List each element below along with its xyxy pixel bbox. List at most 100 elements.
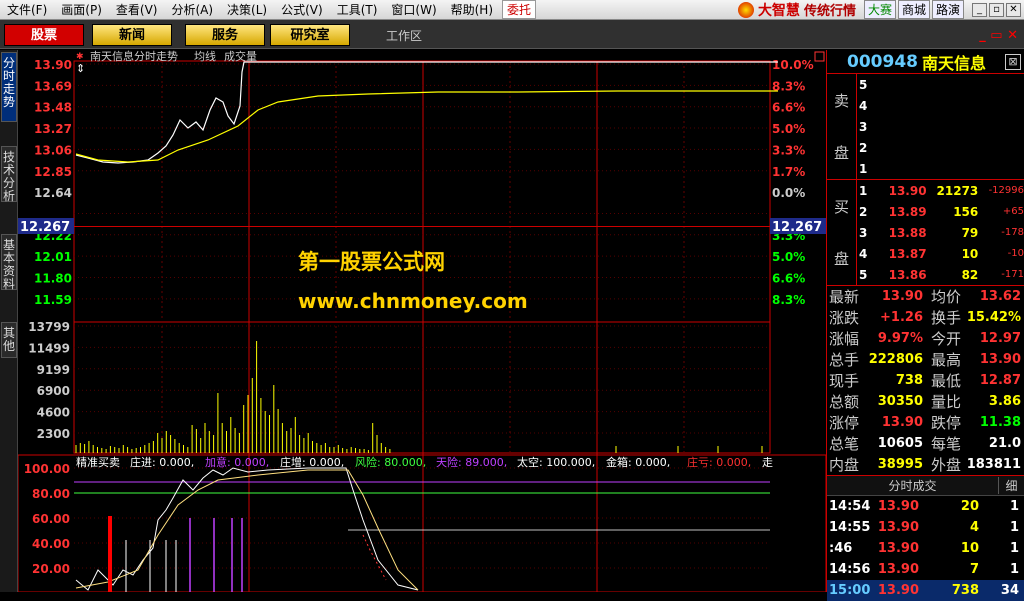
sell-row[interactable]: 3 xyxy=(857,116,1024,137)
menu-decision[interactable]: 决策(L) xyxy=(220,1,274,18)
tick-row[interactable]: 15:00 13.90 738 34 xyxy=(827,580,1024,601)
price-tick-label: 13.48 xyxy=(34,101,72,115)
minimize-icon[interactable]: _ xyxy=(972,2,987,17)
stat-value: 11.38 xyxy=(979,415,1021,430)
tick-n: 1 xyxy=(1009,520,1019,535)
tab-intraday[interactable]: 分时走势 xyxy=(1,52,17,122)
price-tick-label: 12.85 xyxy=(34,165,72,179)
stat-value: 13.90 xyxy=(881,415,923,430)
stat-value: 10605 xyxy=(877,436,923,451)
stat-value: 222806 xyxy=(868,352,923,367)
stat-label: 现手 xyxy=(829,372,860,390)
buy-level: 4 xyxy=(859,246,868,261)
panel-toggle-icon[interactable]: ⊠ xyxy=(1005,53,1021,70)
sell-row[interactable]: 4 xyxy=(857,95,1024,116)
menu-view-screen[interactable]: 画面(P) xyxy=(54,1,109,18)
ticks-header: 分时成交 细 xyxy=(827,476,1024,496)
stat-label: 换手 xyxy=(931,309,962,327)
chart-menu-icon[interactable] xyxy=(814,51,825,62)
mall-button[interactable]: 商城 xyxy=(897,0,930,19)
buy-volume: 10 xyxy=(961,246,979,261)
sell-level: 4 xyxy=(859,98,868,113)
sell-level: 2 xyxy=(859,140,868,155)
tab-technical[interactable]: 技术分析 xyxy=(1,146,17,203)
stat-value: 38995 xyxy=(877,457,923,472)
service-button[interactable]: 服务 xyxy=(185,24,265,46)
intraday-chart[interactable]: ✱ ⇕ 南天信息分时走势 均线 成交量 13.90 13.69 13.48 13.27… xyxy=(17,49,827,593)
chart-volume-label: 成交量 xyxy=(224,50,257,63)
price-tick-label: 11.59 xyxy=(34,293,72,307)
volume-tick-label: 4600 xyxy=(37,406,70,420)
tab-ticks[interactable]: 分时成交 xyxy=(827,477,998,494)
indicator-line-white xyxy=(75,467,419,591)
sell-level: 1 xyxy=(859,161,868,176)
tab-ticks-detail[interactable]: 细 xyxy=(998,477,1024,494)
buy-row[interactable]: 4 13.87 10 -10 xyxy=(857,243,1024,264)
buy-row[interactable]: 5 13.86 82 -171 xyxy=(857,264,1024,285)
tick-n: 34 xyxy=(1000,583,1019,598)
pct-tick-label: 8.3% xyxy=(772,293,805,307)
tick-p: 13.90 xyxy=(877,562,919,577)
indicator-name: 精准买卖 xyxy=(76,456,120,469)
chart-up-arrow-icon[interactable]: ⇕ xyxy=(76,62,85,75)
buy-change: -171 xyxy=(1001,269,1024,280)
stock-name[interactable]: 南天信息 xyxy=(922,50,986,74)
indicator-item: 庄进: 0.000, xyxy=(130,455,194,469)
stock-button[interactable]: 股票 xyxy=(4,24,84,46)
buy-row[interactable]: 1 13.90 21273 -12996 xyxy=(857,180,1024,201)
tick-row[interactable]: :46 13.90 10 1 xyxy=(827,538,1024,559)
brand-logo: 大智慧 传统行情 xyxy=(737,0,856,20)
menu-file[interactable]: 文件(F) xyxy=(0,1,54,18)
sell-row[interactable]: 5 xyxy=(857,74,1024,95)
contest-button[interactable]: 大赛 xyxy=(863,0,896,19)
menu-analysis[interactable]: 分析(A) xyxy=(164,1,220,18)
brand-name: 大智慧 xyxy=(757,2,800,19)
stat-row: 内盘 38995 外盘 183811 xyxy=(827,454,1024,475)
tick-row[interactable]: 14:56 13.90 7 1 xyxy=(827,559,1024,580)
buy-level: 1 xyxy=(859,183,868,198)
stat-row: 涨停 13.90 跌停 11.38 xyxy=(827,412,1024,433)
indicator-item: 太空: 100.000, xyxy=(517,455,595,469)
roadshow-button[interactable]: 路演 xyxy=(931,0,964,19)
delegate-button[interactable]: 委托 xyxy=(502,0,537,19)
sell-row[interactable]: 2 xyxy=(857,137,1024,158)
pct-tick-label: 1.7% xyxy=(772,165,805,179)
buy-row[interactable]: 3 13.88 79 -178 xyxy=(857,222,1024,243)
menu-help[interactable]: 帮助(H) xyxy=(444,1,500,18)
news-button[interactable]: 新闻 xyxy=(92,24,172,46)
buy-row[interactable]: 2 13.89 156 +65 xyxy=(857,201,1024,222)
brand-icon xyxy=(737,1,754,18)
indicator-tick-label: 100.00 xyxy=(24,462,70,476)
close-icon[interactable]: ✕ xyxy=(1006,2,1021,17)
stock-code[interactable]: 000948 xyxy=(847,52,918,72)
indicator-item: 庄增: 0.000, xyxy=(280,455,344,469)
sell-row[interactable]: 1 xyxy=(857,158,1024,179)
tick-row[interactable]: 14:54 13.90 20 1 xyxy=(827,496,1024,517)
tab-other[interactable]: 其他 xyxy=(1,322,17,358)
window-controls-icon[interactable]: _ ▭ ✕ xyxy=(979,28,1018,43)
buy-level: 5 xyxy=(859,267,868,282)
price-tick-label: 13.06 xyxy=(34,143,72,157)
menu-window[interactable]: 窗口(W) xyxy=(384,1,443,18)
research-button[interactable]: 研究室 xyxy=(270,24,350,46)
menu-view[interactable]: 查看(V) xyxy=(109,1,165,18)
volume-tick-label: 9199 xyxy=(37,363,70,377)
indicator-item: 加意: 0.000, xyxy=(205,455,269,469)
indicator-dash-red xyxy=(362,534,387,581)
buy-level: 3 xyxy=(859,225,868,240)
stat-value: 13.90 xyxy=(881,289,923,304)
indicator-item: 风险: 80.000, xyxy=(355,455,426,469)
menu-tools[interactable]: 工具(T) xyxy=(330,1,385,18)
stat-value: 9.97% xyxy=(877,331,923,346)
stat-label: 涨跌 xyxy=(829,309,860,327)
chart-title: 南天信息分时走势 xyxy=(90,50,178,63)
restore-icon[interactable]: ▫ xyxy=(989,2,1004,17)
chart-collapse-icon[interactable]: ✱ xyxy=(76,52,84,62)
indicator-tick-label: 20.00 xyxy=(32,562,70,576)
tab-fundamentals[interactable]: 基本资料 xyxy=(1,234,17,291)
workarea-label[interactable]: 工作区 xyxy=(386,27,422,44)
chart-area[interactable]: ✱ ⇕ 南天信息分时走势 均线 成交量 13.90 13.69 13.48 13.27… xyxy=(17,49,827,593)
tick-row[interactable]: 14:55 13.90 4 1 xyxy=(827,517,1024,538)
menu-formula[interactable]: 公式(V) xyxy=(274,1,330,18)
buy-price: 13.89 xyxy=(888,204,927,219)
